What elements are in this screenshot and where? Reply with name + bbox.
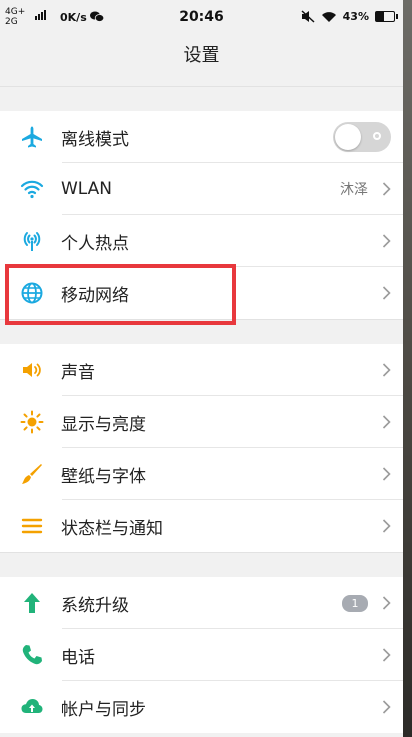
toggle-knob — [335, 124, 361, 150]
phone-icon — [19, 642, 45, 668]
hotspot-icon — [19, 228, 45, 254]
settings-screen: 4G+ 2G 0K/s 20:46 43% 设置 离线模式 WLAN 沐泽 个人… — [0, 0, 403, 737]
settings-item-system-upgrade[interactable]: 系统升级 1 — [0, 577, 403, 629]
settings-item-sound[interactable]: 声音 — [0, 344, 403, 396]
wifi-status-icon — [321, 11, 336, 22]
brightness-icon — [19, 409, 45, 435]
airplane-icon — [19, 124, 45, 150]
group-spacer — [0, 552, 403, 577]
group-spacer — [0, 86, 403, 111]
settings-item-label: WLAN — [61, 179, 113, 199]
brush-icon — [19, 461, 45, 487]
page-title: 设置 — [183, 45, 220, 66]
settings-item-label: 系统升级 — [61, 595, 129, 616]
battery-percent: 43% — [342, 10, 369, 23]
toggle-off-indicator — [373, 132, 381, 140]
settings-group-system: 系统升级 1 电话 帐户与同步 — [0, 577, 403, 733]
highlight-box — [5, 264, 236, 325]
battery-icon — [375, 11, 398, 22]
settings-item-label: 声音 — [61, 362, 95, 383]
settings-item-statusbar-notifications[interactable]: 状态栏与通知 — [0, 500, 403, 552]
chevron-right-icon — [382, 700, 391, 714]
settings-item-wallpaper-font[interactable]: 壁纸与字体 — [0, 448, 403, 500]
offline-mode-toggle[interactable] — [333, 122, 391, 152]
settings-item-label: 壁纸与字体 — [61, 466, 146, 487]
upgrade-arrow-icon — [19, 590, 45, 616]
cloud-sync-icon — [19, 694, 45, 720]
chevron-right-icon — [382, 363, 391, 377]
settings-item-label: 个人热点 — [61, 233, 129, 254]
settings-item-label: 离线模式 — [61, 129, 129, 150]
chevron-right-icon — [382, 182, 391, 196]
settings-item-label: 状态栏与通知 — [61, 518, 163, 539]
menu-icon — [19, 513, 45, 539]
status-icons: 43% — [301, 10, 398, 23]
settings-item-hotspot[interactable]: 个人热点 — [0, 215, 403, 267]
status-bar: 4G+ 2G 0K/s 20:46 43% — [0, 0, 403, 36]
settings-item-wlan[interactable]: WLAN 沐泽 — [0, 163, 403, 215]
background-edge — [403, 0, 412, 737]
settings-group-display: 声音 显示与亮度 壁纸与字体 状态栏与通知 — [0, 344, 403, 552]
settings-item-offline-mode[interactable]: 离线模式 — [0, 111, 403, 163]
settings-item-accounts-sync[interactable]: 帐户与同步 — [0, 681, 403, 733]
settings-item-display-brightness[interactable]: 显示与亮度 — [0, 396, 403, 448]
settings-item-phone[interactable]: 电话 — [0, 629, 403, 681]
update-count-badge: 1 — [342, 594, 368, 612]
settings-item-label: 电话 — [61, 647, 95, 668]
chevron-right-icon — [382, 286, 391, 300]
chevron-right-icon — [382, 519, 391, 533]
settings-item-label: 帐户与同步 — [61, 699, 146, 720]
wlan-network-name: 沐泽 — [340, 182, 368, 198]
chevron-right-icon — [382, 234, 391, 248]
battery-fill — [376, 12, 384, 21]
chevron-right-icon — [382, 596, 391, 610]
settings-item-label: 显示与亮度 — [61, 414, 146, 435]
mute-icon — [301, 10, 315, 23]
wifi-icon — [19, 176, 45, 202]
chevron-right-icon — [382, 467, 391, 481]
chevron-right-icon — [382, 415, 391, 429]
chevron-right-icon — [382, 648, 391, 662]
speaker-icon — [19, 357, 45, 383]
